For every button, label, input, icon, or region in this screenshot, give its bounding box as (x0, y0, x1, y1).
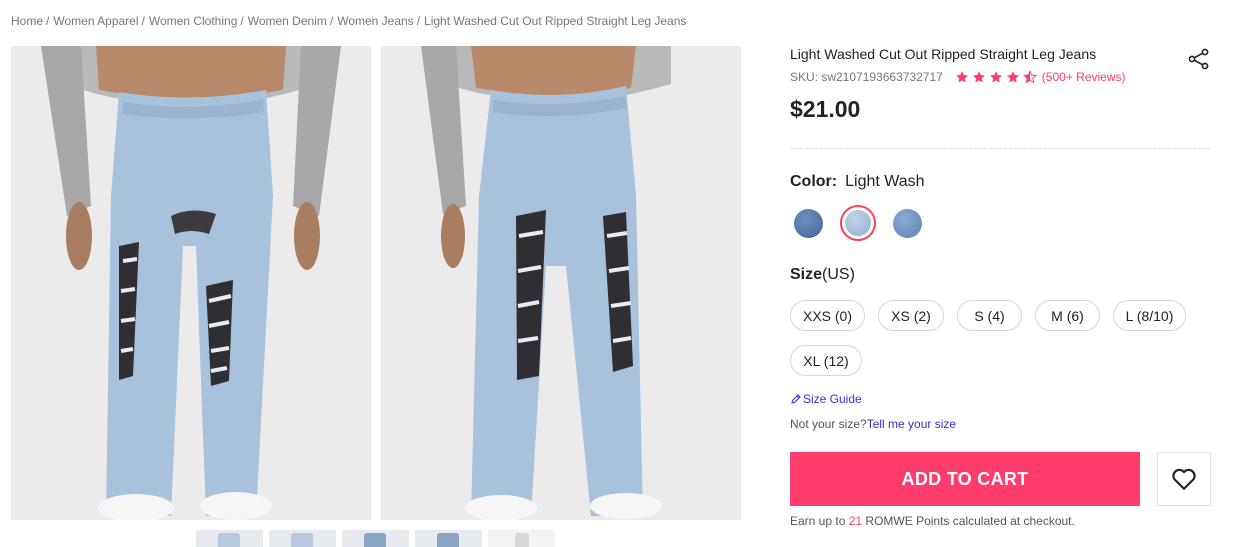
size-option-l[interactable]: L (8/10) (1113, 300, 1186, 331)
color-label-row: Color: Light Wash (790, 173, 925, 191)
points-note: Earn up to 21 ROMWE Points calculated at… (790, 514, 1075, 528)
star-icon (989, 71, 1002, 83)
color-label: Color: (790, 173, 838, 190)
rating-stars[interactable] (955, 70, 1037, 84)
divider (790, 148, 1211, 149)
size-option-xl[interactable]: XL (12) (790, 345, 862, 376)
product-image-side[interactable] (381, 46, 741, 520)
color-value: Light Wash (845, 173, 925, 190)
color-swatches (794, 205, 922, 241)
star-icon (1006, 71, 1019, 83)
swatch-dark-wash[interactable] (794, 208, 823, 238)
sku-text: SKU: sw2107193663732717 (790, 70, 943, 84)
add-to-cart-button[interactable]: ADD TO CART (790, 452, 1140, 506)
thumbnail-3[interactable] (342, 530, 409, 547)
points-number: 21 (848, 514, 863, 528)
points-suffix: ROMWE Points calculated at checkout. (865, 514, 1075, 528)
breadcrumb-women-clothing[interactable]: Women Clothing (149, 14, 238, 28)
swatch-medium-wash[interactable] (893, 208, 922, 238)
star-icon (972, 71, 985, 83)
size-guide-label: Size Guide (803, 392, 862, 406)
fit-row: Not your size?Tell me your size (790, 417, 956, 431)
breadcrumb-women-jeans[interactable]: Women Jeans (337, 14, 413, 28)
product-photo-side-illustration (381, 46, 741, 520)
star-half-icon (1022, 70, 1037, 84)
size-unit: (US) (822, 266, 855, 283)
points-prefix: Earn up to (790, 514, 846, 528)
pencil-icon (791, 394, 801, 404)
wishlist-button[interactable] (1157, 452, 1211, 506)
size-label: Size (790, 266, 823, 283)
swatch-light-wash[interactable] (840, 205, 876, 241)
product-price: $21.00 (790, 96, 861, 122)
fit-prefix: Not your size? (790, 417, 867, 431)
breadcrumb-home[interactable]: Home (11, 14, 43, 28)
breadcrumb-current: Light Washed Cut Out Ripped Straight Leg… (424, 14, 687, 28)
tell-me-your-size-link[interactable]: Tell me your size (867, 417, 956, 431)
size-option-xs[interactable]: XS (2) (878, 300, 944, 331)
sku-rating-row: SKU: sw2107193663732717 (500+ Reviews) (790, 70, 1126, 84)
reviews-link[interactable]: (500+ Reviews) (1042, 70, 1126, 84)
size-guide-link[interactable]: Size Guide (790, 392, 862, 406)
share-icon[interactable] (1187, 48, 1211, 70)
size-option-m[interactable]: M (6) (1035, 300, 1100, 331)
size-option-s[interactable]: S (4) (957, 300, 1022, 331)
thumbnail-5[interactable] (488, 530, 555, 547)
product-title: Light Washed Cut Out Ripped Straight Leg… (790, 46, 1097, 62)
size-options: XXS (0) XS (2) S (4) M (6) L (8/10) XL (… (790, 300, 1220, 376)
size-option-xxs[interactable]: XXS (0) (790, 300, 865, 331)
thumbnail-1[interactable] (196, 530, 263, 547)
thumbnail-4[interactable] (415, 530, 482, 547)
star-icon (955, 71, 968, 83)
thumbnail-2[interactable] (269, 530, 336, 547)
product-photo-front-illustration (11, 46, 371, 520)
breadcrumb-women-denim[interactable]: Women Denim (248, 14, 327, 28)
thumbnail-strip (196, 530, 555, 547)
product-image-front[interactable] (11, 46, 371, 520)
heart-icon (1172, 468, 1196, 490)
breadcrumb: Home / Women Apparel / Women Clothing / Wom… (11, 14, 687, 28)
breadcrumb-women-apparel[interactable]: Women Apparel (53, 14, 138, 28)
size-label-row: Size(US) (790, 266, 855, 284)
